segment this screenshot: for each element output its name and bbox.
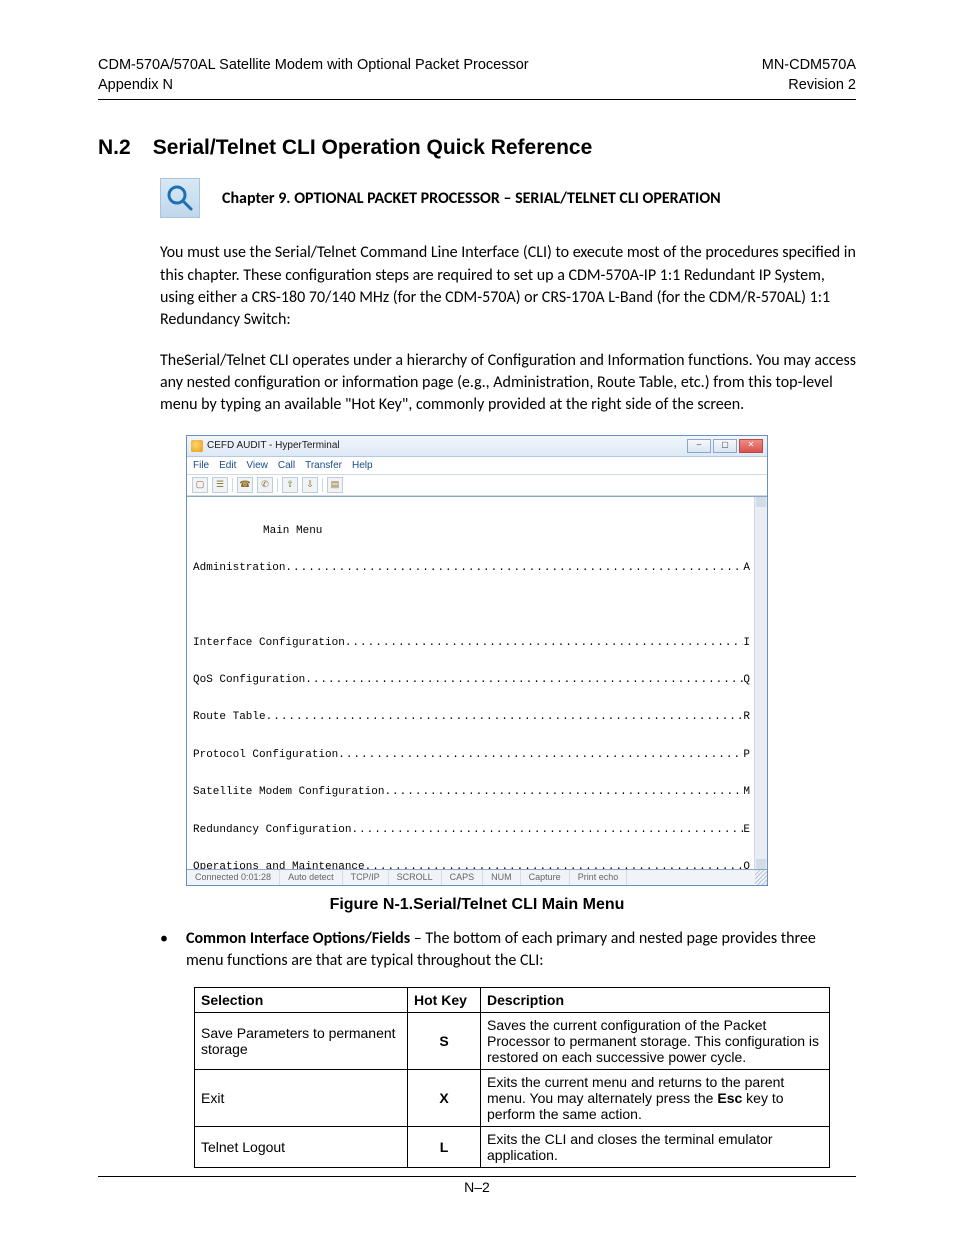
close-button[interactable]: ✕ [739,439,763,453]
maximize-button[interactable]: ▢ [713,439,737,453]
bullet-dot-icon: • [160,928,168,973]
main-menu-heading: Main Menu [193,522,750,541]
ht-title-text: CEFD AUDIT - HyperTerminal [207,440,340,451]
menu-transfer[interactable]: Transfer [305,460,342,471]
tb-receive-icon[interactable]: ⇩ [302,477,318,493]
cell-hotkey: X [408,1069,481,1126]
cell-description: Saves the current configuration of the P… [481,1012,830,1069]
tb-sep [232,478,233,492]
bullet-text: Common Interface Options/Fields – The bo… [186,928,856,973]
tb-sep [277,478,278,492]
body-paragraph-2: TheSerial/Telnet CLI operates under a hi… [160,350,856,417]
term-row: Protocol Configuration..................… [193,746,750,765]
ht-statusbar: Connected 0:01:28 Auto detect TCP/IP SCR… [187,870,767,885]
th-hotkey: Hot Key [408,987,481,1012]
status-caps: CAPS [442,870,484,885]
ht-menubar: File Edit View Call Transfer Help [187,457,767,475]
status-capture: Capture [521,870,570,885]
header-left-2: Appendix N [98,76,529,96]
th-description: Description [481,987,830,1012]
tb-open-icon[interactable]: ☰ [212,477,228,493]
ht-app-icon [191,440,203,452]
header-right-2: Revision 2 [762,76,856,96]
tb-new-icon[interactable]: ▢ [192,477,208,493]
ht-terminal-content: Main Menu Administration................… [187,497,754,869]
term-row: Satellite Modem Configuration...........… [193,783,750,802]
chapter-reference: Chapter 9. OPTIONAL PACKET PROCESSOR – S… [222,189,721,208]
magnifier-icon [160,178,200,218]
table-row: Telnet Logout L Exits the CLI and closes… [195,1126,830,1167]
status-connected: Connected 0:01:28 [187,870,280,885]
tb-connect-icon[interactable]: ☎ [237,477,253,493]
term-row: Redundancy Configuration................… [193,821,750,840]
term-row: Interface Configuration.................… [193,634,750,653]
figure-caption: Figure N-1.Serial/Telnet CLI Main Menu [98,896,856,914]
hyperterminal-window: CEFD AUDIT - HyperTerminal – ▢ ✕ File Ed… [186,435,768,886]
table-row: Exit X Exits the current menu and return… [195,1069,830,1126]
status-proto: TCP/IP [343,870,389,885]
bullet-bold: Common Interface Options/Fields [186,929,410,948]
cell-selection: Telnet Logout [195,1126,408,1167]
status-printecho: Print echo [570,870,628,885]
term-row: QoS Configuration.......................… [193,671,750,690]
header-left-1: CDM-570A/570AL Satellite Modem with Opti… [98,56,529,76]
term-row: Route Table.............................… [193,708,750,727]
status-num: NUM [483,870,521,885]
cell-selection: Save Parameters to permanent storage [195,1012,408,1069]
menu-file[interactable]: File [193,460,209,471]
section-number: N.2 [98,136,131,160]
status-scroll: SCROLL [389,870,442,885]
options-table: Selection Hot Key Description Save Param… [194,987,830,1168]
resize-grip-icon[interactable] [755,870,767,885]
status-autodetect: Auto detect [280,870,343,885]
menu-edit[interactable]: Edit [219,460,236,471]
tb-sep [322,478,323,492]
header-rule [98,99,856,100]
tb-send-icon[interactable]: ⇧ [282,477,298,493]
tb-props-icon[interactable]: ▤ [327,477,343,493]
page-header: CDM-570A/570AL Satellite Modem with Opti… [98,56,856,95]
menu-help[interactable]: Help [352,460,373,471]
footer-rule [98,1176,856,1177]
cell-selection: Exit [195,1069,408,1126]
menu-call[interactable]: Call [278,460,295,471]
cell-hotkey: S [408,1012,481,1069]
header-right-1: MN-CDM570A [762,56,856,76]
body-paragraph-1: You must use the Serial/Telnet Command L… [160,242,856,332]
cell-description: Exits the current menu and returns to th… [481,1069,830,1126]
tb-disconnect-icon[interactable]: ✆ [257,477,273,493]
cell-description: Exits the CLI and closes the terminal em… [481,1126,830,1167]
section-title: Serial/Telnet CLI Operation Quick Refere… [153,136,593,160]
menu-view[interactable]: View [246,460,268,471]
ht-scrollbar[interactable] [754,497,767,869]
cell-hotkey: L [408,1126,481,1167]
th-selection: Selection [195,987,408,1012]
ht-titlebar: CEFD AUDIT - HyperTerminal – ▢ ✕ [187,436,767,457]
page-number: N–2 [0,1179,954,1195]
table-row: Save Parameters to permanent storage S S… [195,1012,830,1069]
term-row: Operations and Maintenance..............… [193,858,750,869]
minimize-button[interactable]: – [687,439,711,453]
term-row: Administration..........................… [193,559,750,578]
ht-toolbar: ▢ ☰ ☎ ✆ ⇧ ⇩ ▤ [187,475,767,496]
